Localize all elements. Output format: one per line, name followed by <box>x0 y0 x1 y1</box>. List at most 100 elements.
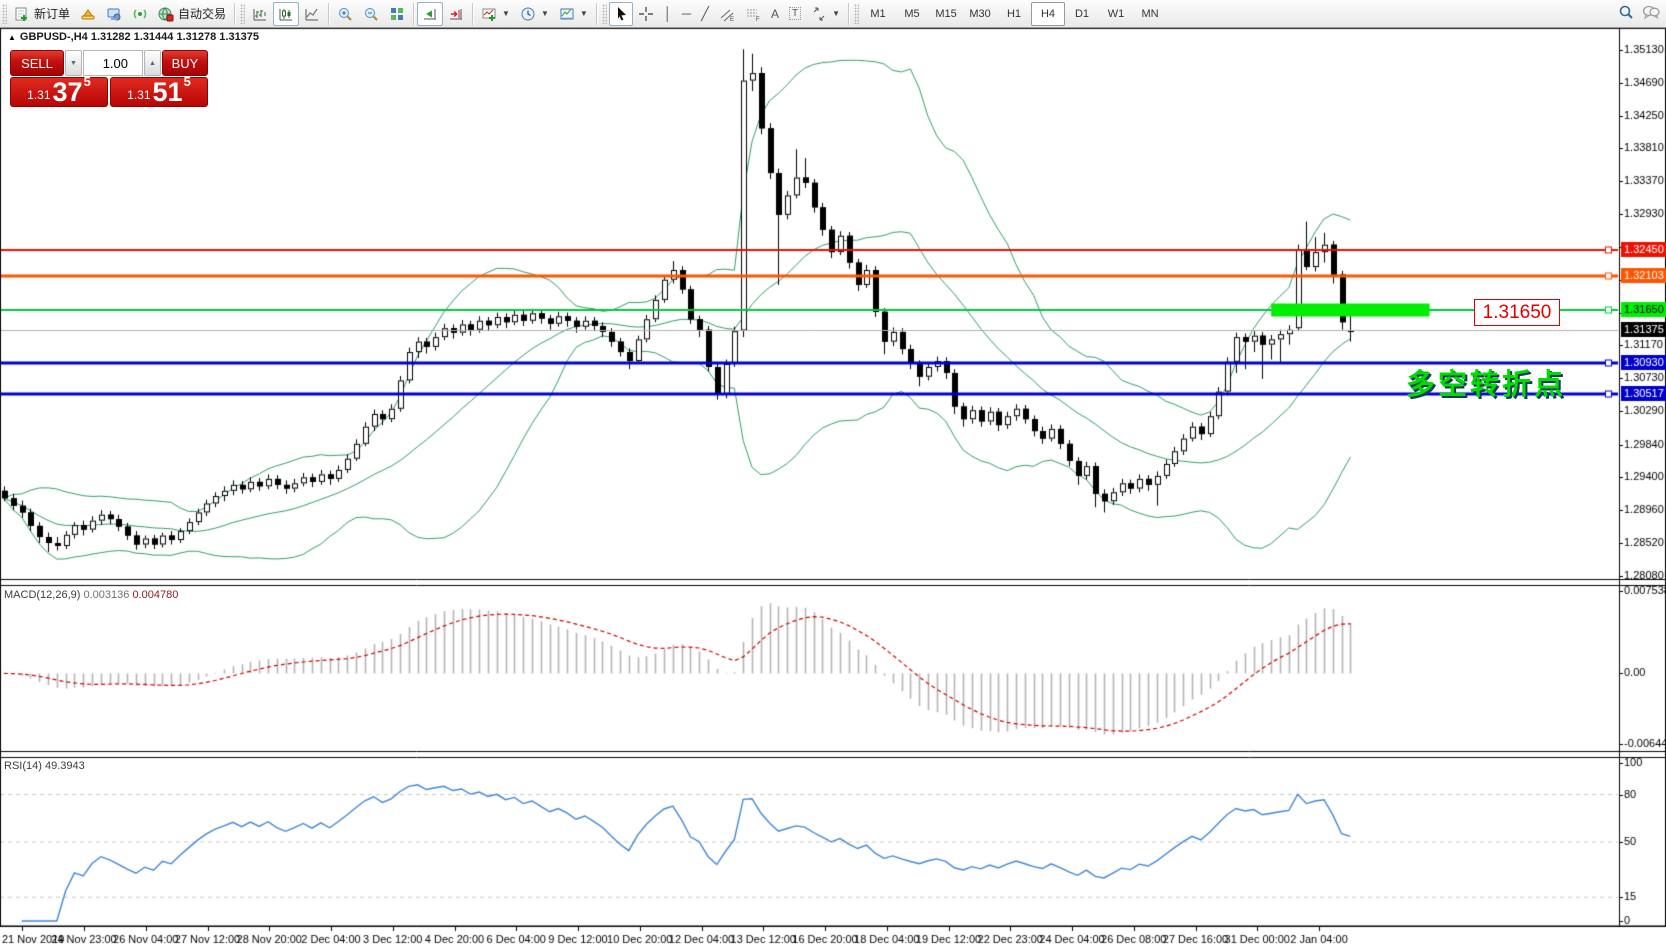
zoom-out-icon <box>363 6 379 22</box>
chart-canvas[interactable] <box>0 0 1666 949</box>
chevron-down-icon: ▼ <box>502 9 510 18</box>
gold-icon <box>80 6 96 22</box>
market-watch-button[interactable] <box>75 2 101 26</box>
zoom-in-icon <box>337 6 353 22</box>
tile-windows-icon <box>389 6 405 22</box>
trendline-icon: ╱ <box>701 7 709 20</box>
sell-price-prefix: 1.31 <box>27 85 50 105</box>
sell-price-point: 5 <box>84 67 91 97</box>
buy-price-pips: 51 <box>153 79 183 105</box>
timeframe-d1-button[interactable]: D1 <box>1065 2 1099 26</box>
price-level-label[interactable]: 1.31650 <box>1474 299 1560 326</box>
zoom-in-button[interactable] <box>332 2 358 26</box>
timeframe-m15-button[interactable]: M15 <box>929 2 963 26</box>
terminal-button[interactable] <box>101 2 127 26</box>
chart-title: ▲GBPUSD-,H4 1.31282 1.31444 1.31278 1.31… <box>8 31 259 43</box>
strategy-tester-button[interactable] <box>127 2 153 26</box>
fibonacci-icon: F <box>745 6 761 22</box>
template-icon <box>559 6 575 22</box>
macd-signal-value: 0.004780 <box>132 589 178 601</box>
bar-chart-button[interactable] <box>247 2 273 26</box>
timeframe-w1-button[interactable]: W1 <box>1099 2 1133 26</box>
autotrading-button[interactable]: 自动交易 <box>153 2 231 26</box>
text-button[interactable]: A <box>766 2 784 26</box>
timeframe-m5-button[interactable]: M5 <box>895 2 929 26</box>
sell-price-quote[interactable]: 1.31375 <box>10 77 108 107</box>
tile-windows-button[interactable] <box>384 2 410 26</box>
templates-button[interactable]: ▼ <box>554 2 593 26</box>
bar-chart-icon <box>252 6 268 22</box>
macd-header: MACD(12,26,9) 0.003136 0.004780 <box>4 589 178 601</box>
volume-down-button[interactable]: ▼ <box>65 50 82 76</box>
macd-name: MACD(12,26,9) <box>4 589 80 601</box>
timeframe-h4-button[interactable]: H4 <box>1031 2 1065 26</box>
signal-icon <box>132 6 148 22</box>
autotrading-label: 自动交易 <box>178 5 226 22</box>
cursor-icon <box>614 6 628 22</box>
toolbar-separator <box>596 3 597 25</box>
horizontal-line-icon: ─ <box>682 7 691 20</box>
indicators-icon <box>481 6 497 22</box>
clock-icon <box>520 6 536 22</box>
chevron-down-icon: ▼ <box>541 9 549 18</box>
fibonacci-button[interactable]: F <box>740 2 766 26</box>
toolbar-grip <box>2 4 7 24</box>
horizontal-line-button[interactable]: ─ <box>677 2 696 26</box>
new-order-icon <box>14 6 30 22</box>
one-click-trade-panel: SELL ▼ 1.00 ▲ BUY 1.31375 1.31515 <box>10 50 208 107</box>
new-order-label: 新订单 <box>34 5 70 22</box>
line-chart-button[interactable] <box>299 2 325 26</box>
timeframe-h1-button[interactable]: H1 <box>997 2 1031 26</box>
toolbar-separator <box>472 3 473 25</box>
line-chart-icon <box>304 6 320 22</box>
zoom-out-button[interactable] <box>358 2 384 26</box>
toolbar-separator <box>413 3 414 25</box>
channel-icon: E <box>719 6 735 22</box>
toolbar-separator <box>328 3 329 25</box>
annotation-text[interactable]: 多空转折点 <box>1406 361 1566 403</box>
buy-price-point: 5 <box>184 67 191 97</box>
chevron-down-icon: ▼ <box>580 9 588 18</box>
chart-shift-button[interactable] <box>443 2 469 26</box>
auto-scroll-icon <box>422 6 438 22</box>
sell-price-pips: 37 <box>53 79 83 105</box>
vertical-line-icon: │ <box>664 7 672 20</box>
channel-button[interactable]: E <box>714 2 740 26</box>
volume-input[interactable]: 1.00 <box>83 50 143 76</box>
buy-price-quote[interactable]: 1.31515 <box>110 77 208 107</box>
autotrading-icon <box>158 6 174 22</box>
rsi-header: RSI(14) 49.3943 <box>4 760 85 772</box>
periods-button[interactable]: ▼ <box>515 2 554 26</box>
cursor-button[interactable] <box>609 2 633 26</box>
toolbar: 新订单 自动交易 <box>0 0 1666 28</box>
toolbar-separator <box>848 3 849 25</box>
candlestick-button[interactable] <box>273 2 299 26</box>
toolbar-grip <box>602 4 607 24</box>
timeframe-m1-button[interactable]: M1 <box>861 2 895 26</box>
text-label-icon: T <box>789 7 801 20</box>
volume-up-button[interactable]: ▲ <box>144 50 161 76</box>
trendline-button[interactable]: ╱ <box>696 2 714 26</box>
sell-button[interactable]: SELL <box>10 50 64 76</box>
search-icon[interactable] <box>1618 4 1634 23</box>
collapse-triangle-icon[interactable]: ▲ <box>8 33 16 42</box>
arrows-icon <box>811 6 827 22</box>
timeframe-m30-button[interactable]: M30 <box>963 2 997 26</box>
indicators-button[interactable]: ▼ <box>476 2 515 26</box>
terminal-icon <box>106 6 122 22</box>
svg-text:E: E <box>730 17 734 22</box>
chat-icon[interactable] <box>1642 4 1660 23</box>
new-order-button[interactable]: 新订单 <box>9 2 75 26</box>
text-label-button[interactable]: T <box>784 2 806 26</box>
rsi-value: 49.3943 <box>45 760 85 772</box>
chevron-down-icon: ▼ <box>832 9 840 18</box>
crosshair-button[interactable] <box>633 2 659 26</box>
toolbar-grip <box>854 4 859 24</box>
timeframe-mn-button[interactable]: MN <box>1133 2 1167 26</box>
svg-text:F: F <box>756 17 760 22</box>
arrows-button[interactable]: ▼ <box>806 2 845 26</box>
rsi-name: RSI(14) <box>4 760 42 772</box>
crosshair-icon <box>638 6 654 22</box>
auto-scroll-button[interactable] <box>417 2 443 26</box>
vertical-line-button[interactable]: │ <box>659 2 677 26</box>
